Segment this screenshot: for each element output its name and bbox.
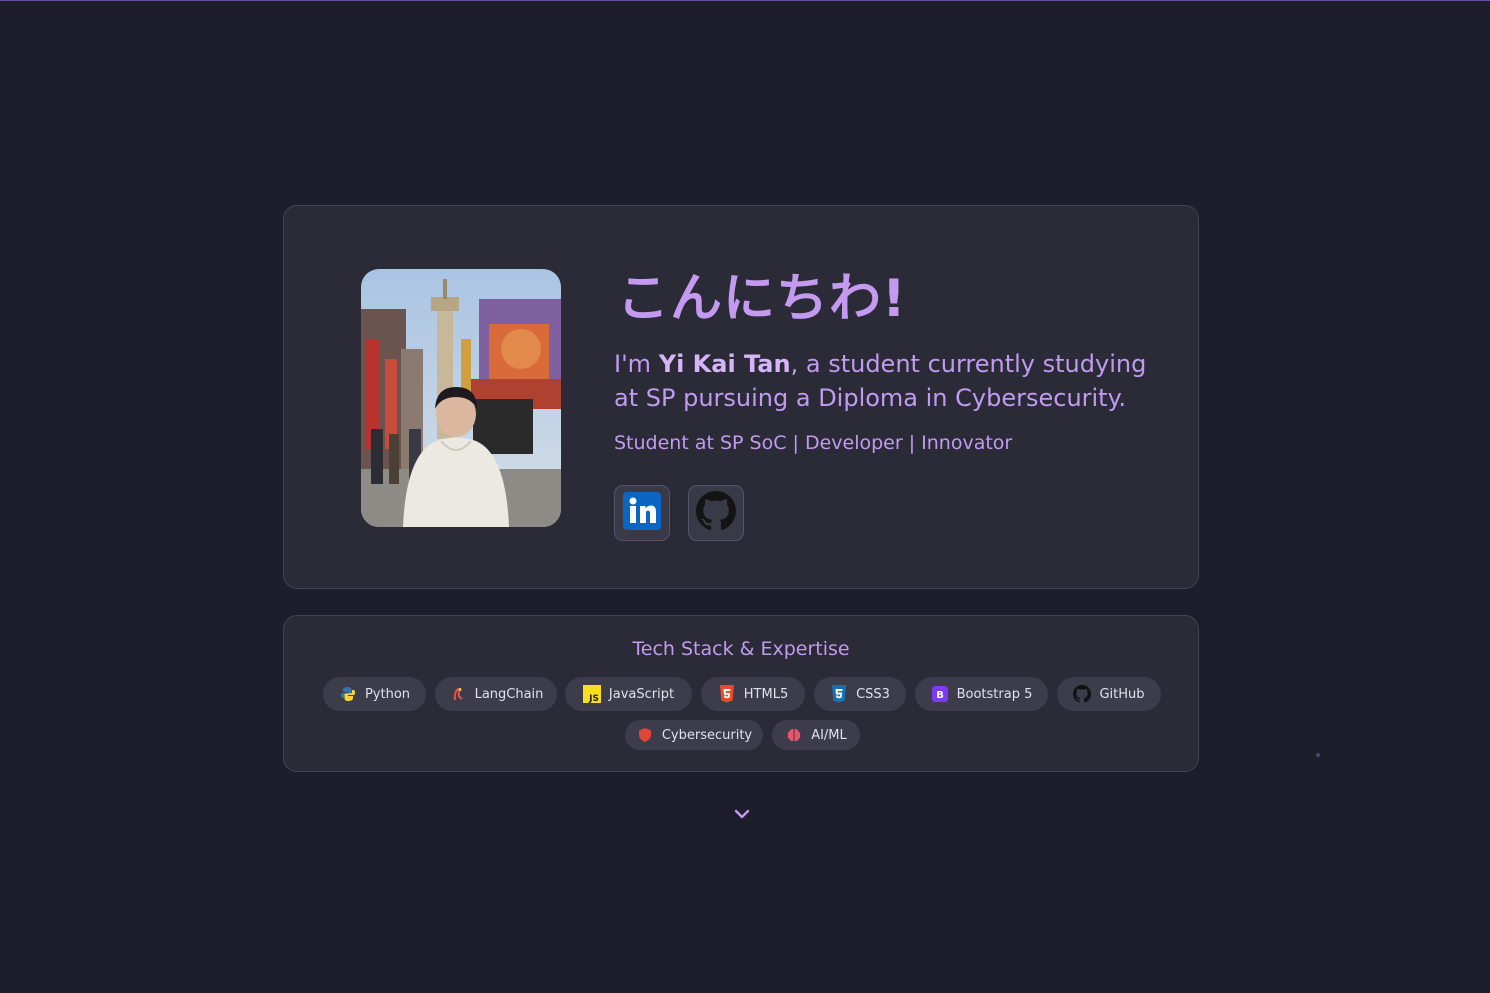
tech-pill-label: CSS3	[856, 686, 890, 702]
name-highlight: Yi Kai Tan	[658, 350, 791, 378]
scroll-down-button[interactable]	[732, 803, 752, 823]
tech-pill-label: Python	[364, 686, 411, 702]
tech-pill-bootstrap[interactable]: B Bootstrap 5	[915, 677, 1048, 711]
tagline: Student at SP SoC | Developer | Innovato…	[614, 432, 1013, 454]
tech-pill-python[interactable]: Python	[323, 677, 426, 711]
svg-text:B: B	[936, 690, 944, 701]
background-particle	[1316, 753, 1320, 757]
tech-pill-langchain[interactable]: LangChain	[435, 677, 557, 711]
css3-icon	[830, 685, 848, 703]
hero-card: こんにちわ! I'm Yi Kai Tan, a student current…	[283, 205, 1199, 589]
github-icon	[1073, 685, 1092, 703]
linkedin-icon	[623, 492, 661, 534]
tech-pill-label: GitHub	[1099, 686, 1145, 702]
tech-pill-aiml[interactable]: AI/ML	[772, 720, 860, 750]
tech-pill-html5[interactable]: HTML5	[701, 677, 805, 711]
tech-pill-label: JavaScript	[608, 686, 675, 702]
tech-stack-title: Tech Stack & Expertise	[632, 638, 850, 660]
langchain-icon	[449, 685, 467, 703]
tech-pill-css3[interactable]: CSS3	[814, 677, 906, 711]
profile-photo	[361, 269, 561, 527]
tech-pill-label: HTML5	[743, 686, 789, 702]
greeting-heading: こんにちわ!	[617, 269, 907, 329]
tech-stack-card: Tech Stack & Expertise Python LangChain …	[283, 615, 1199, 772]
github-link[interactable]	[688, 485, 744, 541]
bootstrap-icon: B	[931, 685, 949, 703]
tech-pill-javascript[interactable]: JS JavaScript	[565, 677, 692, 711]
linkedin-link[interactable]	[614, 485, 670, 541]
tech-pill-label: AI/ML	[811, 727, 847, 743]
tech-pill-cybersecurity[interactable]: Cybersecurity	[625, 720, 763, 750]
javascript-icon: JS	[582, 685, 601, 703]
tech-pill-label: LangChain	[474, 686, 544, 702]
html5-icon	[718, 685, 736, 703]
svg-text:JS: JS	[588, 694, 599, 703]
tech-pill-github[interactable]: GitHub	[1057, 677, 1161, 711]
brain-icon	[785, 726, 803, 744]
chevron-down-icon	[734, 804, 750, 823]
github-icon	[696, 491, 736, 535]
tech-pill-label: Bootstrap 5	[956, 686, 1033, 702]
python-icon	[339, 685, 357, 703]
tech-pill-label: Cybersecurity	[661, 727, 753, 743]
intro-prefix: I'm	[614, 350, 659, 378]
intro-text: I'm Yi Kai Tan, a student currently stud…	[614, 347, 1174, 415]
top-accent-line	[0, 0, 1490, 1]
shield-icon	[636, 726, 654, 744]
